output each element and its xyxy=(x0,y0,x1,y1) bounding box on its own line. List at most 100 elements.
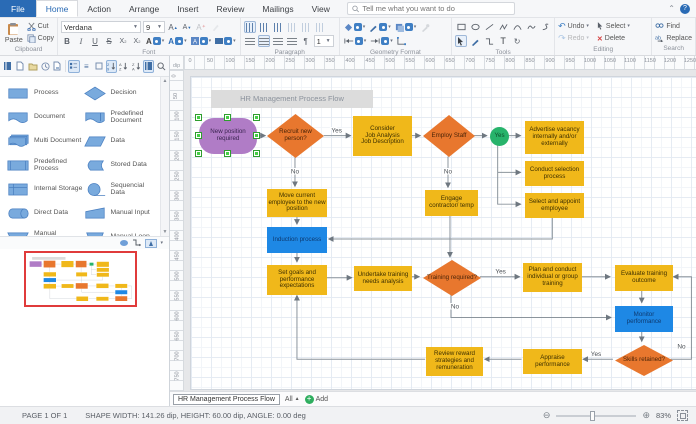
selection-handle[interactable] xyxy=(196,115,201,120)
list-view-icon[interactable] xyxy=(68,59,80,73)
connector[interactable] xyxy=(127,285,132,299)
collapse-ribbon-icon[interactable]: ⌃ xyxy=(668,4,675,13)
select-tool[interactable] xyxy=(455,35,468,47)
sort-desc-icon[interactable]: ZA xyxy=(131,60,142,73)
node-d2[interactable]: Employ Staff xyxy=(423,115,475,157)
shape-item-sequencial-data[interactable]: Sequencial Data xyxy=(83,177,160,201)
connector[interactable] xyxy=(56,276,103,281)
node-p11[interactable]: Appraise performance xyxy=(523,349,582,374)
tab-review[interactable]: Review xyxy=(208,0,254,17)
text-view-icon[interactable]: ≡ xyxy=(81,60,92,73)
copy-button[interactable]: Copy xyxy=(27,33,54,44)
freeform-tool[interactable] xyxy=(539,21,551,33)
align-justify-button[interactable] xyxy=(286,35,298,47)
highlight-color-button[interactable]: A ▾ xyxy=(167,35,187,47)
align-left-button[interactable] xyxy=(244,35,256,47)
shadow-style-button[interactable]: ▾ xyxy=(394,21,418,33)
redo-button[interactable]: ↷ Redo ▾ xyxy=(558,33,589,45)
connector[interactable] xyxy=(91,265,97,275)
shape-item-predefined-process[interactable]: Predefined Process xyxy=(6,153,83,177)
text-style-button[interactable]: A ▾ xyxy=(190,35,213,47)
selection-handle[interactable] xyxy=(196,133,201,138)
node-p7[interactable]: Set goals and performance expectations xyxy=(267,265,327,295)
start-arrow-button[interactable]: ▾ xyxy=(343,35,368,47)
superscript-button[interactable]: X2 xyxy=(131,35,143,47)
shape-item-decision[interactable]: Decision xyxy=(83,81,160,105)
grow-font-button[interactable]: A ▲ xyxy=(167,21,179,33)
rectangle-tool[interactable] xyxy=(455,21,467,33)
underline-button[interactable]: U xyxy=(89,35,101,47)
recent-icon[interactable] xyxy=(39,60,50,73)
shrink-font-button[interactable]: A ▼ xyxy=(181,21,193,33)
font-family-select[interactable]: Verdana ▼ xyxy=(61,21,141,33)
shape-list-scrollbar[interactable]: ▲ ▼ xyxy=(160,77,169,236)
text-tool[interactable]: T xyxy=(497,35,509,47)
zoom-slider[interactable] xyxy=(556,410,637,421)
selection-handle[interactable] xyxy=(254,115,259,120)
cut-button[interactable]: Cut xyxy=(27,21,54,32)
clear-format-icon[interactable]: A ✦ xyxy=(195,21,207,33)
tab-insert[interactable]: Insert xyxy=(168,0,207,17)
selection-handle[interactable] xyxy=(254,151,259,156)
fit-page-icon[interactable] xyxy=(677,410,688,421)
icon-view-icon[interactable] xyxy=(93,60,104,73)
shape-item-multi-document[interactable]: Multi Document xyxy=(6,129,83,153)
search-input[interactable] xyxy=(362,4,510,13)
open-library-icon[interactable] xyxy=(27,60,38,73)
node-title[interactable]: HR Management Process Flow xyxy=(211,90,373,108)
subscript-button[interactable]: X2 xyxy=(117,35,129,47)
delete-button[interactable]: ✕ Delete xyxy=(597,33,630,45)
page-tab[interactable]: HR Management Process Flow xyxy=(173,393,280,405)
pen-tool[interactable] xyxy=(469,35,481,47)
zoom-out-icon[interactable]: ⊖ xyxy=(543,410,551,421)
selection-handle[interactable] xyxy=(225,151,230,156)
tab-view[interactable]: View xyxy=(303,0,339,17)
line-spacing-select[interactable]: 1 ▼ xyxy=(313,35,334,47)
font-size-select[interactable]: 9 ▼ xyxy=(143,21,165,33)
node-b2[interactable]: Monitor performance xyxy=(615,306,673,332)
shape-item-data[interactable]: Data xyxy=(83,129,160,153)
sort-asc-icon[interactable]: AZ xyxy=(118,60,129,73)
node-p8[interactable]: Undertake training needs analysis xyxy=(354,266,412,291)
thumbnail-viewport[interactable] xyxy=(24,251,137,307)
node-p5[interactable]: Move current employee to the new positio… xyxy=(267,189,327,217)
canvas-viewport[interactable]: Yes No No Yes No Yes No HR Management Process … xyxy=(184,70,696,391)
align-right-button[interactable] xyxy=(272,35,284,47)
ellipse-tool[interactable] xyxy=(469,21,481,33)
strike-button[interactable]: S xyxy=(103,35,115,47)
text-fill-button[interactable]: ▾ xyxy=(214,35,237,47)
zoom-in-icon[interactable]: ⊕ xyxy=(642,410,650,421)
tab-mailings[interactable]: Mailings xyxy=(253,0,302,17)
shape-item-document[interactable]: Document xyxy=(6,105,83,129)
export-page-icon[interactable] xyxy=(52,60,63,73)
undo-button[interactable]: ↶ Undo ▾ xyxy=(558,20,589,32)
node-p2[interactable]: Advertise vacancy internally and/or exte… xyxy=(525,121,584,154)
bold-button[interactable]: B xyxy=(61,35,73,47)
polyline-tool[interactable] xyxy=(497,21,509,33)
indent-increase-button[interactable] xyxy=(314,21,326,33)
italic-button[interactable]: I xyxy=(75,35,87,47)
node-p3[interactable]: Conduct selection process xyxy=(525,161,584,186)
navigator-icon[interactable] xyxy=(145,238,158,248)
rotate-tool[interactable]: ↻ xyxy=(511,35,523,47)
shape-item-predefined-document[interactable]: Predefined Document xyxy=(83,105,160,129)
node-p6[interactable]: Engage contractor/ temp xyxy=(425,190,478,216)
eyedropper-icon[interactable] xyxy=(419,21,431,33)
fill-style-button[interactable]: ▾ xyxy=(343,21,367,33)
paste-button[interactable]: Paste xyxy=(3,20,25,45)
sort-az-icon[interactable]: 29 xyxy=(105,59,118,73)
find-button[interactable]: Find xyxy=(655,20,692,32)
select-menu-button[interactable]: Select ▾ xyxy=(597,20,630,32)
page-filter-dropdown[interactable]: All ▲ xyxy=(285,396,300,403)
connector[interactable] xyxy=(81,288,115,293)
end-arrow-button[interactable]: ▾ xyxy=(369,35,394,47)
shape-item-internal-storage[interactable]: Internal Storage xyxy=(6,177,83,201)
replace-button[interactable]: ab Replace xyxy=(655,32,692,44)
pan-icon[interactable] xyxy=(119,239,129,247)
node-p12[interactable]: Review reward strategies and remuneratio… xyxy=(426,347,483,376)
font-color-button[interactable]: A ▾ xyxy=(145,35,165,47)
format-painter-icon[interactable] xyxy=(209,21,221,33)
thumbnail-more-icon[interactable]: ▾ xyxy=(160,240,163,246)
node-p4[interactable]: Select and appoint employee xyxy=(525,193,584,218)
shape-item-direct-data[interactable]: Direct Data xyxy=(6,201,83,225)
